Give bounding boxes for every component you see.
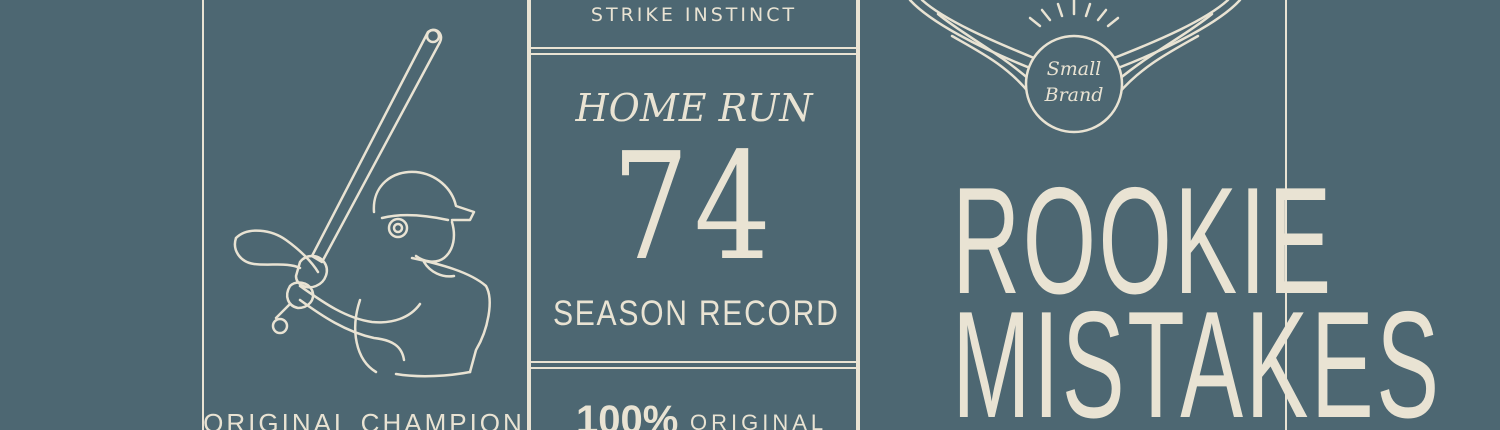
player-caption: ORIGINAL CHAMPION (203, 408, 525, 430)
headline-line-2: MISTAKES (952, 280, 1442, 430)
header-title: STRIKE INSTINCT (590, 4, 798, 26)
badge-word-1: Small (1046, 58, 1102, 80)
quality-percent: 100% (576, 398, 679, 430)
poster: Small Brand STRIKE INSTINCT HOME RUN 74 … (0, 0, 1500, 430)
quality-text: ORIGINAL (690, 410, 828, 430)
record-number: 74 (611, 121, 777, 293)
badge-word-2: Brand (1044, 84, 1104, 106)
small-brand-badge: Small Brand (1026, 40, 1122, 136)
record-caption: SEASON RECORD (552, 294, 840, 333)
